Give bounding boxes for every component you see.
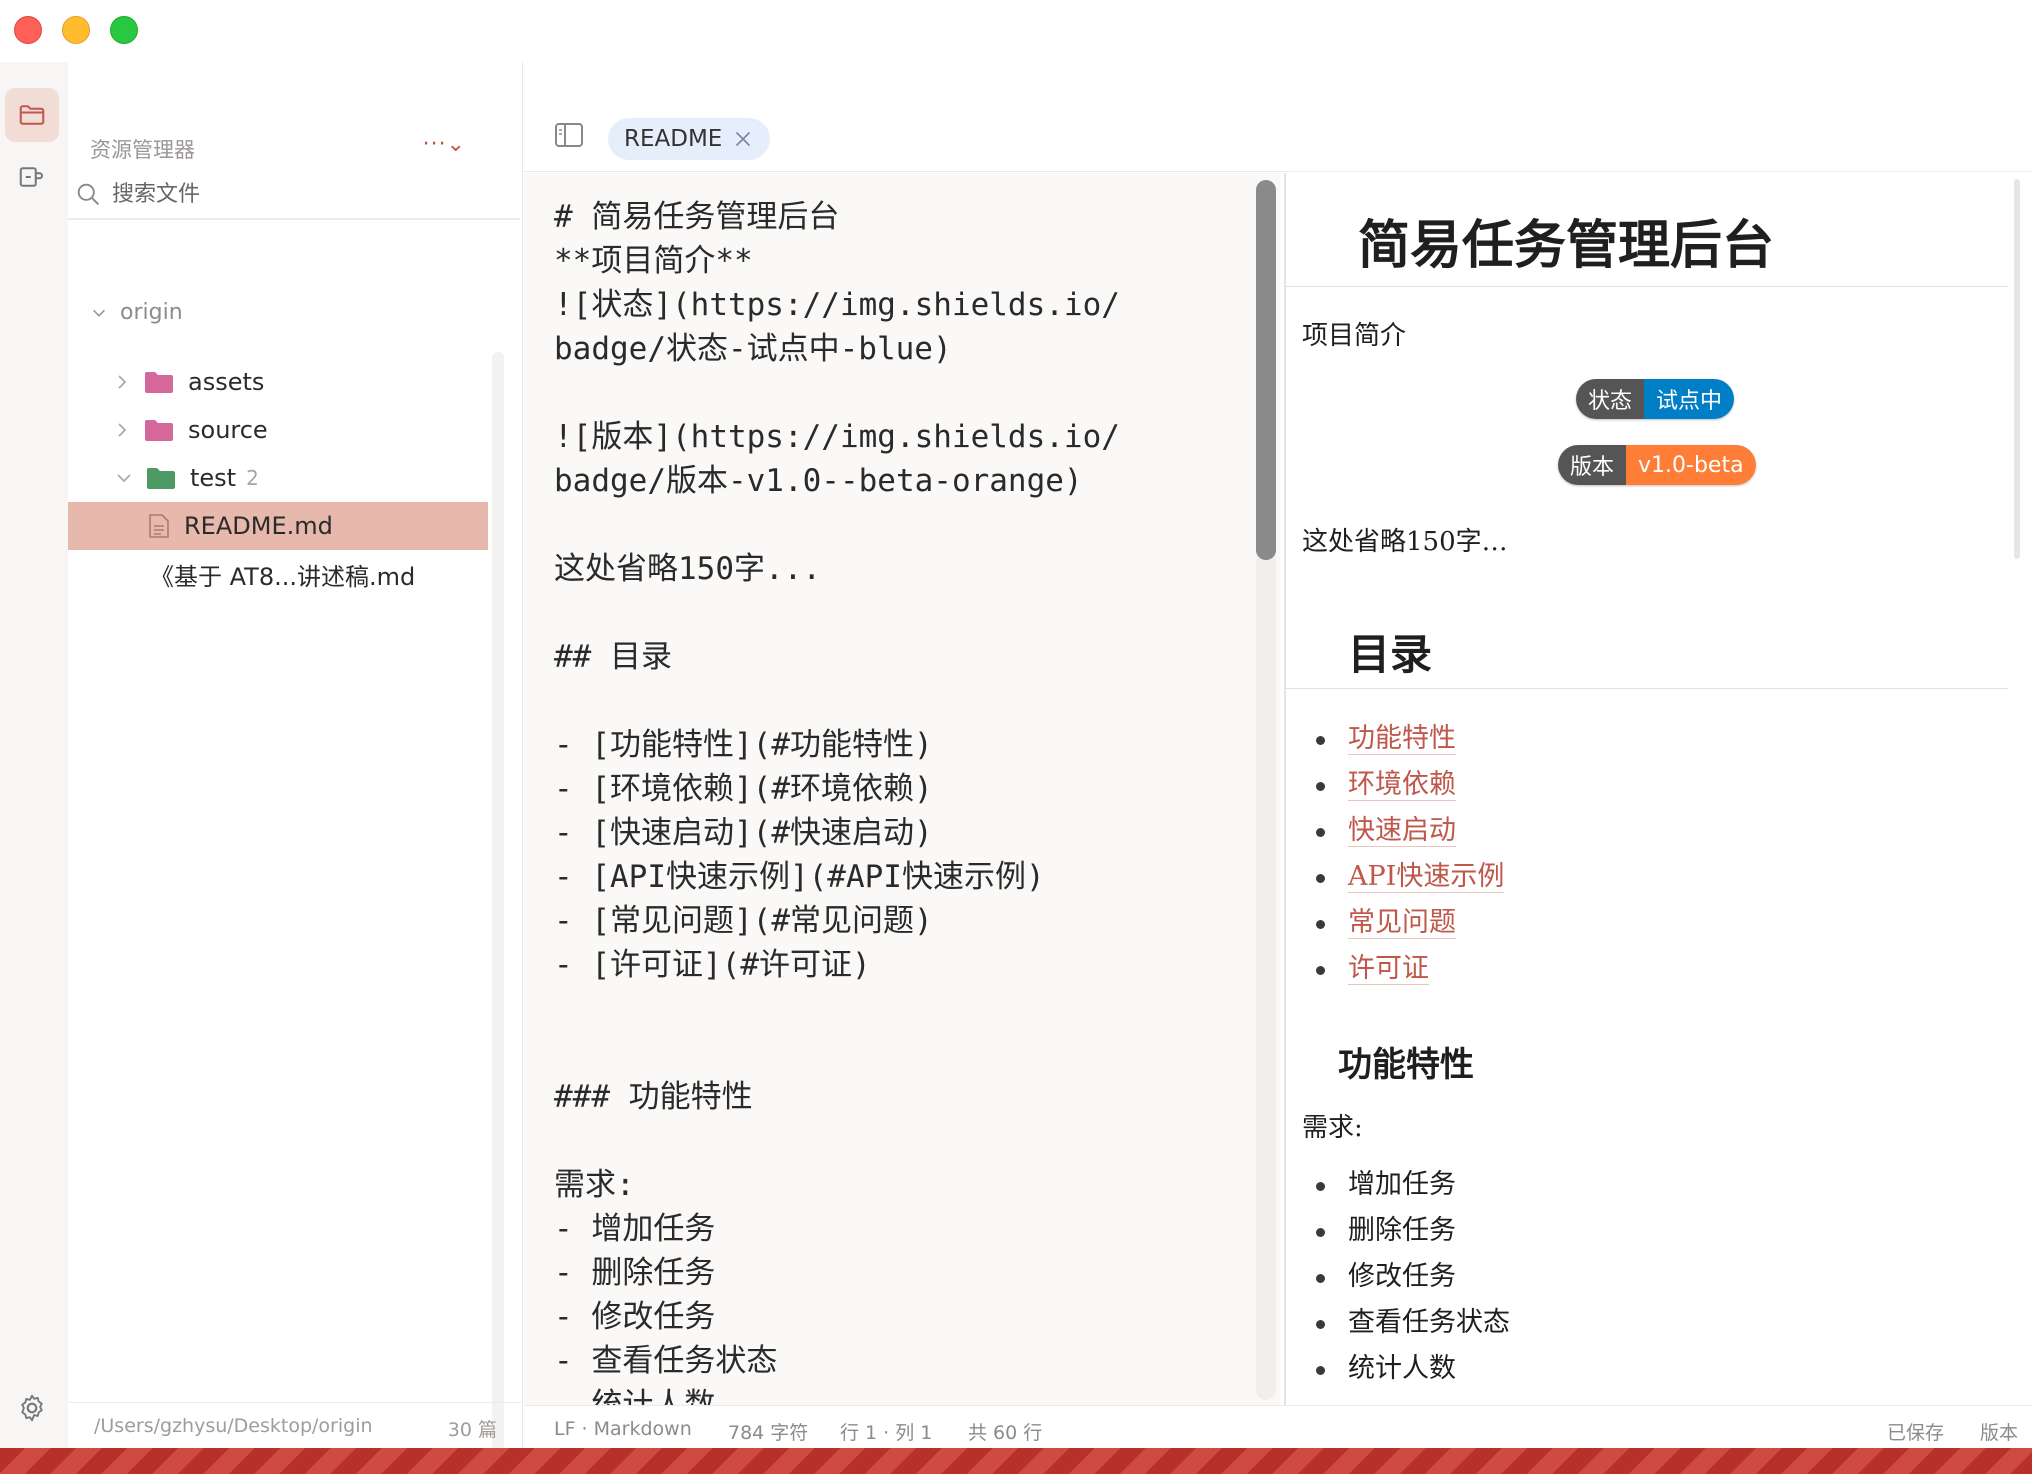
tab-label: README: [624, 126, 723, 152]
list-item: 增加任务: [1302, 1165, 1510, 1211]
preview-requirements-label: 需求:: [1302, 1113, 1363, 1143]
tree-file-readme[interactable]: README.md: [68, 502, 488, 550]
requirements-list: 增加任务 删除任务 修改任务 查看任务状态 统计人数: [1302, 1165, 1510, 1395]
file-explorer-sidebar: 资源管理器 ···⌄ origin assets: [68, 62, 523, 1448]
preview-omitted-text: 这处省略150字…: [1302, 527, 1508, 557]
workspace-root[interactable]: origin: [90, 300, 183, 325]
window-controls: [14, 16, 138, 44]
char-count: 784 字符: [728, 1422, 809, 1444]
list-item: 统计人数: [1302, 1349, 1510, 1395]
list-item: 许可证: [1302, 949, 1504, 995]
search-icon: [77, 183, 99, 205]
toc-list: 功能特性 环境依赖 快速启动 API快速示例 常见问题 许可证: [1302, 719, 1505, 995]
maximize-window-button[interactable]: [110, 16, 138, 44]
chevron-down-icon: [117, 474, 131, 483]
chevron-down-icon: [93, 309, 105, 317]
folder-open-icon: [147, 468, 175, 489]
tree-item-label: test: [190, 464, 237, 492]
editor-scrollbar[interactable]: [1256, 180, 1276, 1400]
badge-value: 试点中: [1644, 379, 1735, 419]
folder-icon: [145, 372, 173, 393]
list-item: 快速启动: [1302, 811, 1504, 857]
toc-link[interactable]: 许可证: [1348, 953, 1429, 985]
tab-readme[interactable]: README: [608, 118, 771, 160]
tree-item-label: assets: [188, 368, 265, 396]
toc-link[interactable]: 环境依赖: [1348, 769, 1456, 801]
folder-icon: [145, 420, 173, 441]
preview-heading-features: 功能特性: [1338, 1045, 1474, 1085]
file-search: [68, 170, 520, 220]
list-item: 环境依赖: [1302, 765, 1504, 811]
desktop-background: [0, 1448, 2032, 1474]
list-item: 删除任务: [1302, 1211, 1510, 1257]
status-badge: 状态 试点中: [1576, 379, 1735, 419]
markdown-editor[interactable]: # 简易任务管理后台 **项目简介** ![状态](https://img.sh…: [524, 173, 1280, 1405]
tree-file-speech-draft[interactable]: 《基于 AT8...讲述稿.md: [68, 550, 488, 598]
activity-bar: [0, 62, 68, 1448]
tree-folder-source[interactable]: source: [68, 406, 488, 454]
editor-scroll-thumb[interactable]: [1256, 180, 1276, 560]
line-count: 共 60 行: [968, 1422, 1043, 1444]
save-status: 已保存: [1886, 1422, 1944, 1444]
preview-heading-toc: 目录: [1286, 621, 2008, 689]
list-item: 功能特性: [1302, 719, 1504, 765]
workspace-root-label: origin: [120, 300, 183, 325]
close-window-button[interactable]: [14, 16, 42, 44]
sidebar-footer: /Users/gzhysu/Desktop/origin 30 篇: [68, 1402, 523, 1448]
sidebar-toggle-icon[interactable]: [554, 122, 584, 148]
close-icon[interactable]: [734, 130, 752, 148]
list-item: 修改任务: [1302, 1257, 1510, 1303]
file-count-badge: 2: [246, 466, 259, 490]
plugin-icon: [19, 167, 43, 187]
toc-link[interactable]: API快速示例: [1348, 861, 1505, 893]
badge-label: 状态: [1576, 379, 1645, 419]
markdown-preview: 简易任务管理后台 项目简介 状态 试点中 版本 v1.0-beta 这处省略15…: [1286, 173, 2026, 1405]
status-bar: LF · Markdown 784 字符 行 1 · 列 1 共 60 行 已保…: [524, 1405, 2032, 1448]
tree-folder-test[interactable]: test 2: [68, 454, 488, 502]
document-count: 30 篇: [447, 1419, 497, 1441]
version-button[interactable]: 版本: [1980, 1418, 2018, 1445]
preview-scrollbar[interactable]: [2014, 179, 2020, 559]
editor-content[interactable]: # 简易任务管理后台 **项目简介** ![状态](https://img.sh…: [554, 195, 1254, 1405]
cursor-position[interactable]: 行 1 · 列 1: [840, 1418, 932, 1445]
chevron-right-icon: [118, 423, 127, 437]
badge-value: v1.0-beta: [1626, 445, 1756, 485]
badge-label: 版本: [1558, 445, 1627, 485]
gear-icon[interactable]: [16, 1392, 48, 1424]
list-item: 查看任务状态: [1302, 1303, 1510, 1349]
preview-heading-1: 简易任务管理后台: [1286, 203, 2008, 287]
tab-bar: README: [524, 62, 2032, 172]
search-input[interactable]: [112, 181, 472, 207]
folder-icon: [19, 105, 45, 125]
minimize-window-button[interactable]: [62, 16, 90, 44]
toc-link[interactable]: 常见问题: [1348, 907, 1456, 939]
tree-folder-assets[interactable]: assets: [68, 358, 488, 406]
list-item: API快速示例: [1302, 857, 1505, 903]
sidebar-scrollbar[interactable]: [492, 352, 504, 1448]
list-item: 常见问题: [1302, 903, 1504, 949]
toc-link[interactable]: 快速启动: [1348, 815, 1456, 847]
tree-item-label: 《基于 AT8...讲述稿.md: [150, 562, 416, 591]
tree-item-label: source: [188, 416, 268, 444]
more-options-button[interactable]: ···⌄: [423, 132, 466, 157]
explorer-title: 资源管理器: [90, 138, 195, 162]
tree-item-label: README.md: [184, 512, 333, 540]
encoding-indicator[interactable]: LF · Markdown: [554, 1418, 692, 1440]
file-tree: assets source test 2 README.md 《基于 AT8..…: [68, 358, 488, 598]
plugins-activity-button[interactable]: [5, 150, 59, 204]
app-window: 资源管理器 ···⌄ origin assets: [0, 0, 2032, 1448]
version-badge: 版本 v1.0-beta: [1558, 445, 1756, 485]
chevron-right-icon: [118, 375, 127, 389]
file-icon: [149, 514, 169, 538]
workspace-path: /Users/gzhysu/Desktop/origin: [94, 1415, 373, 1437]
explorer-activity-button[interactable]: [5, 88, 59, 142]
toc-link[interactable]: 功能特性: [1348, 723, 1456, 755]
preview-intro: 项目简介: [1302, 321, 1407, 351]
